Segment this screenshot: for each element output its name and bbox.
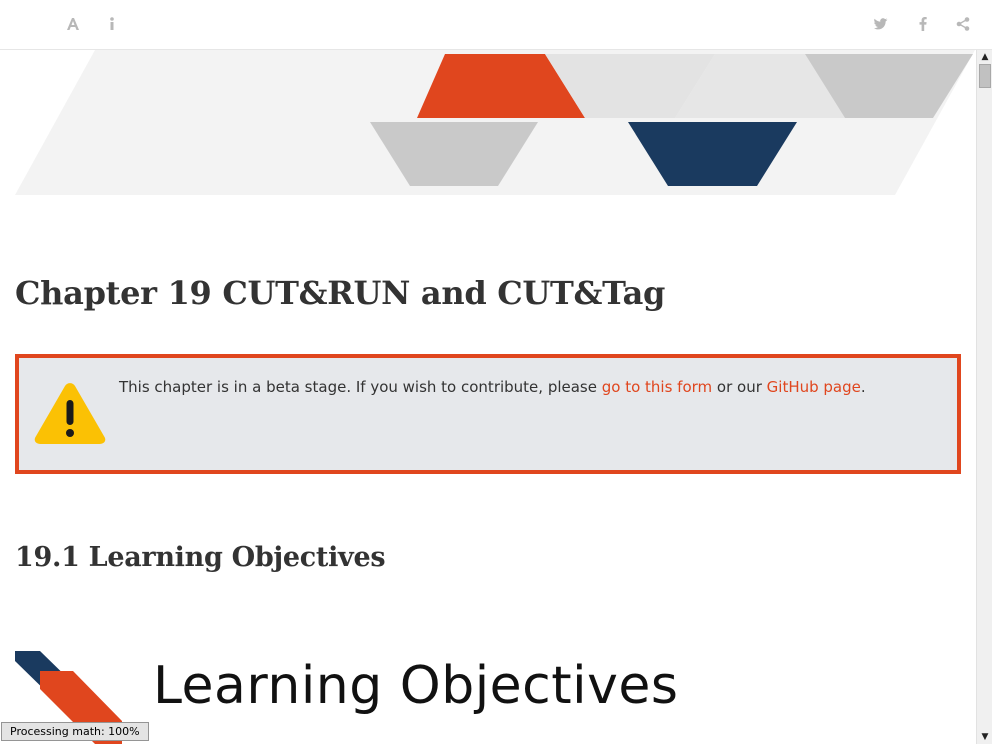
book-content: Chapter 19 CUT&RUN and CUT&Tag This chap… bbox=[0, 50, 976, 744]
form-link[interactable]: go to this form bbox=[602, 378, 712, 396]
chapter-title: Chapter 19 CUT&RUN and CUT&Tag bbox=[15, 274, 666, 312]
callout-text-middle: or our bbox=[712, 378, 767, 396]
font-icon[interactable] bbox=[61, 12, 85, 36]
info-icon[interactable] bbox=[100, 12, 124, 36]
callout-text-before: This chapter is in a beta stage. If you … bbox=[119, 378, 602, 396]
twitter-icon[interactable] bbox=[869, 12, 893, 36]
callout-text: This chapter is in a beta stage. If you … bbox=[119, 378, 866, 396]
section-title: 19.1 Learning Objectives bbox=[15, 542, 386, 573]
chapter-header-graphic bbox=[15, 50, 975, 195]
callout-text-after: . bbox=[860, 378, 866, 396]
share-icon[interactable] bbox=[951, 12, 975, 36]
facebook-icon[interactable] bbox=[911, 12, 935, 36]
banner-title: Learning Objectives bbox=[153, 656, 679, 716]
book-toolbar bbox=[0, 0, 992, 50]
scroll-up-icon[interactable]: ▲ bbox=[977, 50, 992, 64]
scroll-down-icon[interactable]: ▼ bbox=[977, 730, 992, 744]
warning-icon bbox=[34, 383, 106, 444]
vertical-scrollbar[interactable]: ▲ ▼ bbox=[976, 50, 992, 744]
beta-callout: This chapter is in a beta stage. If you … bbox=[15, 354, 961, 474]
scrollbar-thumb[interactable] bbox=[979, 64, 991, 88]
mathjax-status: Processing math: 100% bbox=[1, 722, 149, 741]
github-link[interactable]: GitHub page bbox=[767, 378, 861, 396]
